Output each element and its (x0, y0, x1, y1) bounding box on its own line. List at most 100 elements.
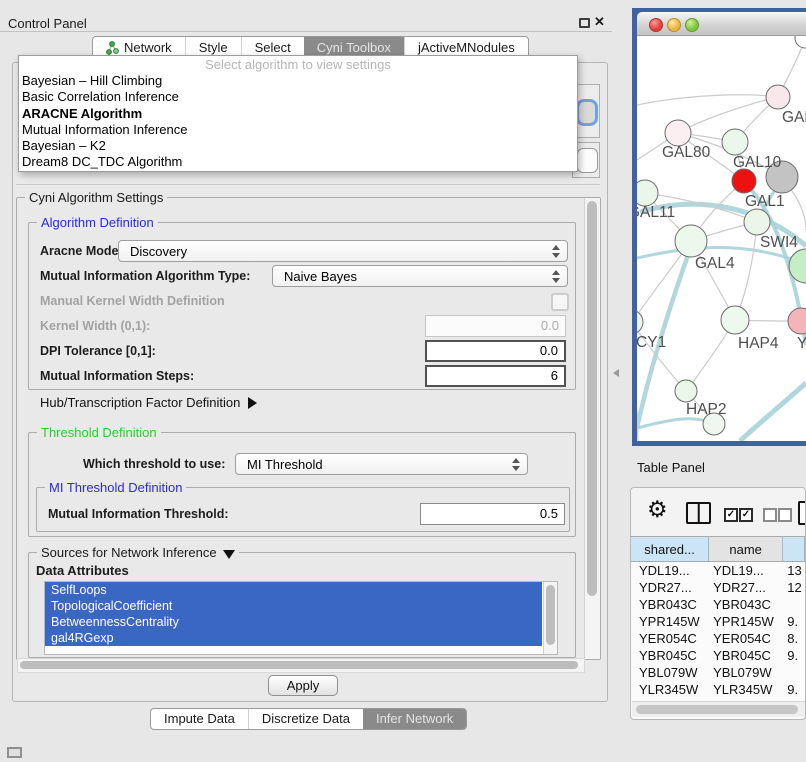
network-node[interactable] (721, 306, 749, 334)
checkbox-checked-icon[interactable]: ✓ (724, 508, 738, 522)
control-panel-title: Control Panel (8, 16, 87, 31)
table-row[interactable]: YBL079WYBL079W (631, 664, 805, 681)
settings-vertical-scrollbar[interactable] (584, 198, 600, 659)
table-cell[interactable]: YBR043C (631, 596, 709, 613)
table-cell[interactable]: YER054C (631, 630, 709, 647)
table-cell[interactable]: YBR045C (709, 647, 783, 664)
aracne-mode-select[interactable]: Discovery (118, 240, 568, 262)
attributes-scrollbar[interactable] (543, 582, 557, 654)
hub-definition-toggle[interactable]: Hub/Transcription Factor Definition (40, 395, 257, 410)
table-cell[interactable]: YBL079W (709, 664, 783, 681)
table-row[interactable]: YDR27...YDR27...12 (631, 579, 805, 596)
network-node[interactable] (795, 36, 806, 48)
network-node[interactable] (732, 169, 756, 193)
algorithm-option[interactable]: Mutual Information Inference (19, 122, 577, 138)
table-cell[interactable]: YLR345W (709, 681, 783, 698)
collapsed-panel-icon[interactable] (7, 747, 22, 758)
table-cell[interactable]: YBR045C (631, 647, 709, 664)
table-cell[interactable]: YER054C (709, 630, 783, 647)
sources-group-title[interactable]: Sources for Network Inference (37, 545, 239, 560)
tab-infer-network[interactable]: Infer Network (363, 709, 466, 729)
table-cell[interactable]: 9. (783, 613, 805, 630)
settings-horizontal-scrollbar[interactable] (17, 658, 585, 673)
table-cell[interactable]: YPR145W (709, 613, 783, 630)
minimize-window-button[interactable] (667, 18, 681, 32)
table-cell[interactable]: 9. (783, 647, 805, 664)
table-cell[interactable]: YLR345W (631, 681, 709, 698)
splitter-handle[interactable] (613, 369, 619, 377)
which-threshold-select[interactable]: MI Threshold (235, 453, 528, 475)
table-row[interactable]: YPR145WYPR145W9. (631, 613, 805, 630)
network-node[interactable] (766, 85, 790, 109)
mi-algorithm-type-select[interactable]: Naive Bayes (272, 265, 568, 287)
attribute-item[interactable]: gal4RGexp (45, 630, 542, 646)
column-header-shared[interactable]: shared... (631, 536, 709, 562)
network-node[interactable] (675, 225, 707, 257)
network-node[interactable] (665, 120, 691, 146)
checkbox-unchecked-icon[interactable] (778, 508, 792, 522)
checkbox-checked-icon[interactable]: ✓ (739, 508, 753, 522)
attribute-item[interactable]: BetweennessCentrality (45, 614, 542, 630)
table-cell[interactable]: YPR145W (631, 613, 709, 630)
settings-horizontal-scrollbar-thumb[interactable] (20, 661, 578, 669)
table-row[interactable]: YBR045CYBR045C9. (631, 647, 805, 664)
network-node[interactable] (744, 209, 770, 235)
manual-kernel-width-checkbox[interactable] (551, 293, 569, 311)
column-header-name[interactable]: name (709, 536, 783, 562)
algorithm-option[interactable]: Bayesian – K2 (19, 138, 577, 154)
float-panel-button[interactable] (579, 18, 590, 28)
column-header-partial[interactable] (783, 536, 805, 562)
zoom-window-button[interactable] (685, 18, 699, 32)
tab-discretize-data[interactable]: Discretize Data (248, 709, 363, 729)
table-cell[interactable]: 12 (783, 579, 805, 596)
network-canvas[interactable]: GALGAL80GAL10GAL1GAL11SWI4GAL4GCY1HAP4YH… (637, 36, 806, 441)
table-cell[interactable]: YDR27... (709, 579, 783, 596)
algorithm-option[interactable]: ARACNE Algorithm (19, 106, 577, 122)
table-cell[interactable]: YDL19... (631, 562, 709, 579)
application-window: Control Panel ✕ Network Style Select Cyn… (0, 0, 806, 762)
table-row[interactable]: YBR043CYBR043C (631, 596, 805, 613)
table-cell[interactable]: YBL079W (631, 664, 709, 681)
table-horizontal-scrollbar-thumb[interactable] (636, 705, 798, 714)
network-node[interactable] (637, 180, 658, 206)
table-row[interactable]: YDL19...YDL19...13 (631, 562, 805, 579)
algorithm-definition-title: Algorithm Definition (37, 215, 158, 230)
new-table-icon[interactable] (798, 501, 806, 525)
checkbox-unchecked-icon[interactable] (763, 508, 777, 522)
table-cell[interactable]: YDR27... (631, 579, 709, 596)
apply-button[interactable]: Apply (268, 675, 338, 696)
table-horizontal-scrollbar[interactable] (632, 701, 805, 717)
mi-threshold-field[interactable]: 0.5 (420, 503, 565, 525)
table-cell[interactable]: YBR043C (709, 596, 783, 613)
table-cell[interactable]: YDL19... (709, 562, 783, 579)
gear-icon[interactable]: ⚙ (647, 496, 668, 523)
table-cell[interactable]: 13 (783, 562, 805, 579)
attributes-scrollbar-thumb[interactable] (546, 585, 555, 645)
table-header: shared... name (631, 536, 805, 562)
table-row[interactable]: YLR345WYLR345W9. (631, 681, 805, 698)
close-window-button[interactable] (649, 18, 663, 32)
table-cell[interactable]: 8. (783, 630, 805, 647)
attribute-item[interactable]: TopologicalCoefficient (45, 598, 542, 614)
table-row[interactable]: YER054CYER054C8. (631, 630, 805, 647)
kernel-width-field[interactable]: 0.0 (425, 315, 566, 337)
network-node[interactable] (637, 310, 643, 334)
columns-icon[interactable] (686, 502, 711, 524)
settings-vertical-scrollbar-thumb[interactable] (587, 201, 597, 596)
network-node[interactable] (788, 308, 806, 334)
mi-steps-field[interactable]: 6 (425, 365, 566, 387)
close-panel-icon[interactable]: ✕ (594, 14, 605, 30)
table-cell[interactable] (783, 596, 805, 613)
tab-impute-data[interactable]: Impute Data (151, 709, 248, 729)
table-cell[interactable]: 9. (783, 681, 805, 698)
table-cell[interactable] (783, 664, 805, 681)
network-window-titlebar[interactable] (637, 12, 806, 36)
network-node[interactable] (675, 380, 697, 402)
aracne-mode-label: Aracne Mode: (40, 240, 123, 262)
network-node[interactable] (722, 129, 748, 155)
dpi-tolerance-field[interactable]: 0.0 (425, 340, 566, 362)
algorithm-option[interactable]: Dream8 DC_TDC Algorithm (19, 154, 577, 170)
algorithm-option[interactable]: Basic Correlation Inference (19, 89, 577, 105)
algorithm-option[interactable]: Bayesian – Hill Climbing (19, 73, 577, 89)
attribute-item[interactable]: SelfLoops (45, 582, 542, 598)
